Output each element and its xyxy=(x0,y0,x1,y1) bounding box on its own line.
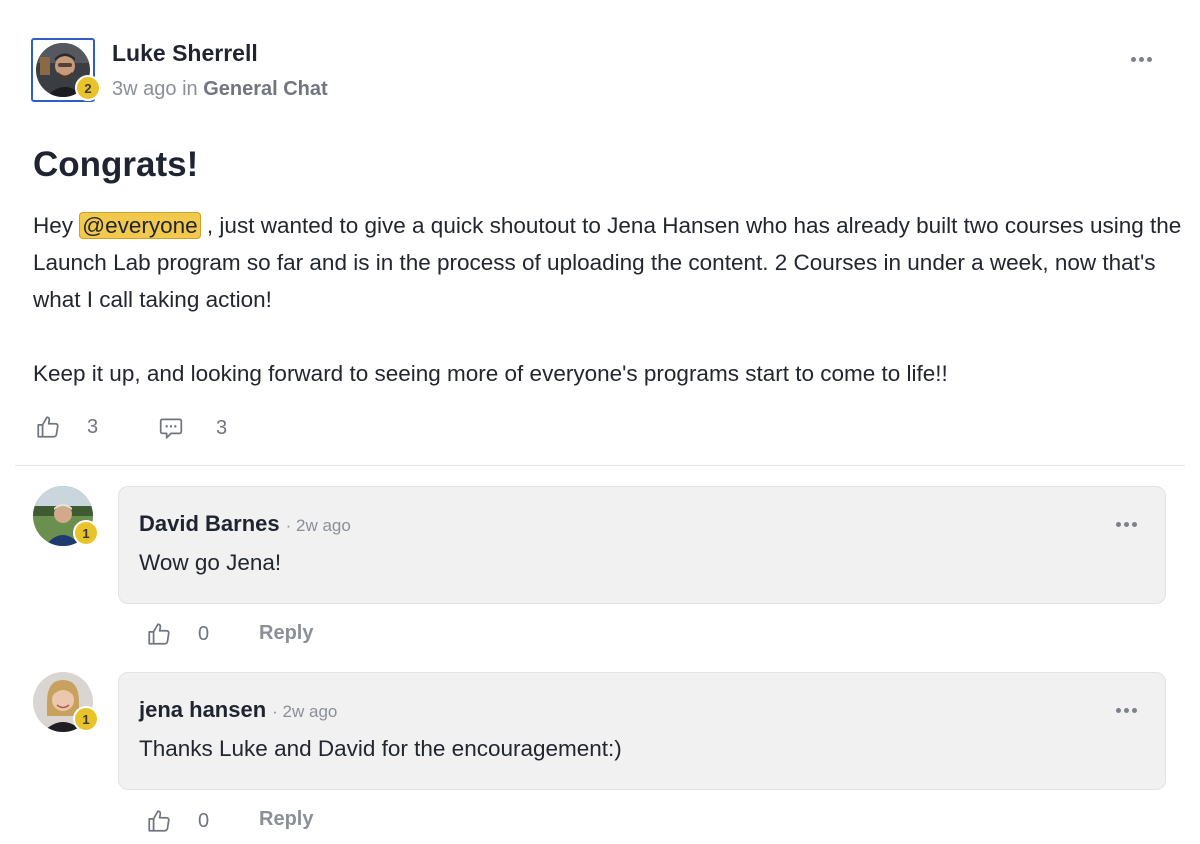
comment-avatar[interactable]: 1 xyxy=(33,672,99,732)
comment-bubble: jena hansen · 2w ago Thanks Luke and Davi… xyxy=(118,672,1166,790)
divider xyxy=(15,465,1185,466)
more-dots-icon[interactable] xyxy=(1116,522,1137,527)
reply-button[interactable]: Reply xyxy=(259,622,313,645)
more-dots-icon[interactable] xyxy=(1131,57,1152,62)
comment-button[interactable]: 3 xyxy=(158,415,227,441)
like-button[interactable]: 3 xyxy=(35,414,98,440)
post-paragraph: Keep it up, and looking forward to seein… xyxy=(33,361,948,386)
comment-bubble: David Barnes · 2w ago Wow go Jena! xyxy=(118,486,1166,604)
reply-button[interactable]: Reply xyxy=(259,808,313,831)
level-badge: 1 xyxy=(73,520,99,546)
comment-time: · 2w ago xyxy=(272,702,338,721)
comment-author: David Barnes · 2w ago xyxy=(139,511,351,536)
comment-icon xyxy=(159,418,183,439)
comment-like-button[interactable]: 0 xyxy=(146,808,209,834)
comment-like-count: 0 xyxy=(198,622,210,645)
comment-time: · 2w ago xyxy=(285,516,351,535)
comment-text: Thanks Luke and David for the encouragem… xyxy=(139,736,622,761)
post-title: Congrats! xyxy=(33,145,199,184)
post-body: Hey @everyone , just wanted to give a qu… xyxy=(33,207,1183,392)
author-name[interactable]: Luke Sherrell xyxy=(112,40,258,67)
post-paragraph: Hey @everyone , just wanted to give a qu… xyxy=(33,212,1182,312)
author-avatar[interactable]: 2 xyxy=(31,38,101,102)
thumbs-up-icon xyxy=(148,623,170,645)
channel-link[interactable]: General Chat xyxy=(203,78,327,100)
mention-tag[interactable]: @everyone xyxy=(79,212,201,239)
post-meta: 3w ago in General Chat xyxy=(112,78,328,101)
like-count: 3 xyxy=(87,415,99,438)
comment-like-count: 0 xyxy=(198,809,210,832)
more-dots-icon[interactable] xyxy=(1116,708,1137,713)
post-time: 3w ago xyxy=(112,78,177,100)
comment-text: Wow go Jena! xyxy=(139,550,282,575)
comment-like-button[interactable]: 0 xyxy=(146,621,209,647)
post-card: 2 Luke Sherrell 3w ago in General Chat C… xyxy=(0,0,1200,844)
thumbs-up-icon xyxy=(148,810,170,832)
comment-author: jena hansen · 2w ago xyxy=(139,697,338,722)
comment-count: 3 xyxy=(216,416,228,439)
in-label: in xyxy=(182,78,198,100)
level-badge: 1 xyxy=(73,706,99,732)
level-badge: 2 xyxy=(75,75,101,101)
thumbs-up-icon xyxy=(37,416,59,438)
comment-avatar[interactable]: 1 xyxy=(33,486,99,546)
